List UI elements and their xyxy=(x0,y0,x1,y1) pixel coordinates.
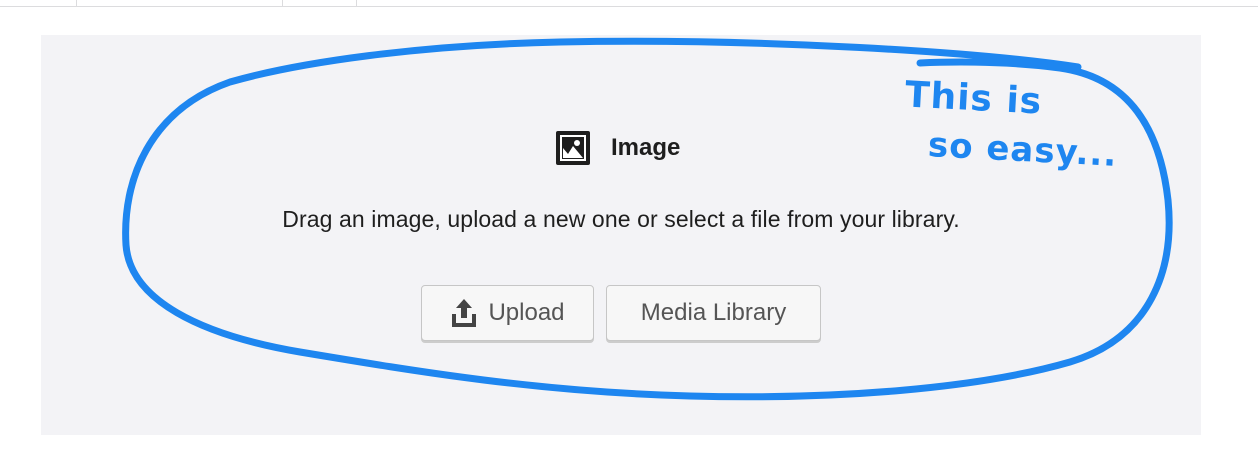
upload-button[interactable]: Upload xyxy=(421,285,594,341)
media-library-button[interactable]: Media Library xyxy=(606,285,821,341)
media-library-button-label: Media Library xyxy=(640,299,787,326)
toolbar-separator xyxy=(282,0,283,6)
page: Image Drag an image, upload a new one or… xyxy=(0,0,1258,449)
upload-button-label: Upload xyxy=(488,299,565,326)
image-icon xyxy=(555,130,591,166)
block-title: Image xyxy=(555,128,680,168)
toolbar-separator xyxy=(76,0,77,6)
annotation-text-line1: This is xyxy=(904,74,1044,123)
toolbar-edge xyxy=(0,0,1258,7)
block-title-label: Image xyxy=(611,134,681,161)
instructions-text: Drag an image, upload a new one or selec… xyxy=(282,206,960,232)
toolbar-separator xyxy=(356,0,357,6)
upload-icon xyxy=(450,298,478,328)
